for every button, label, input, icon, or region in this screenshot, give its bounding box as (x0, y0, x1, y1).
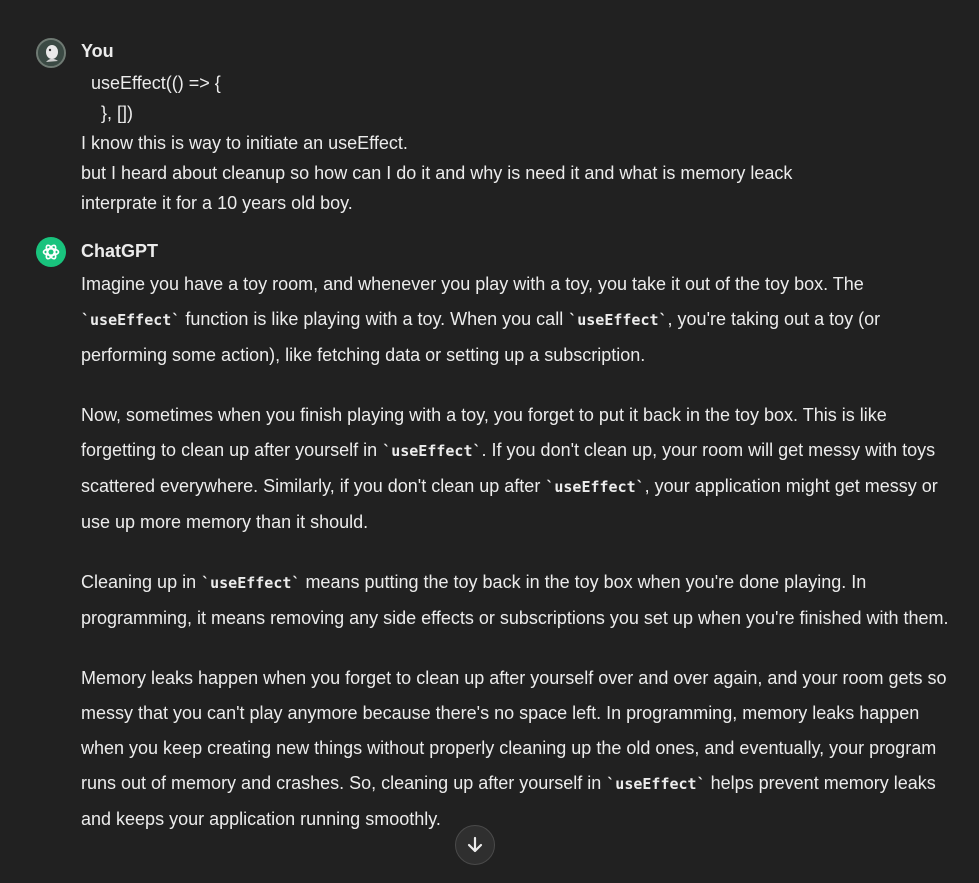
assistant-paragraph: Imagine you have a toy room, and wheneve… (81, 267, 953, 373)
user-message-line: }, []) (81, 103, 134, 123)
user-avatar (36, 38, 66, 68)
assistant-paragraph: Cleaning up in `useEffect` means putting… (81, 565, 953, 636)
inline-code: `useEffect` (606, 775, 706, 793)
inline-code: `useEffect` (545, 478, 645, 496)
user-message-line: but I heard about cleanup so how can I d… (81, 163, 793, 183)
scroll-to-bottom-button[interactable] (455, 825, 495, 865)
assistant-author-name: ChatGPT (81, 241, 159, 261)
user-message-text: useEffect(() => { }, []) I know this is w… (81, 68, 941, 218)
inline-code: `useEffect` (382, 442, 482, 460)
user-author-name: You (81, 41, 114, 61)
inline-code: `useEffect` (81, 311, 181, 329)
assistant-paragraph: Memory leaks happen when you forget to c… (81, 661, 953, 837)
text-segment: Cleaning up in (81, 572, 202, 592)
text-segment: Imagine you have a toy room, and wheneve… (81, 274, 864, 294)
text-segment: function is like playing with a toy. Whe… (180, 309, 569, 329)
inline-code: `useEffect` (568, 311, 668, 329)
user-message-line: I know this is way to initiate an useEff… (81, 133, 408, 153)
user-avatar-image-icon (38, 40, 64, 66)
inline-code: `useEffect` (201, 574, 301, 592)
chat-thread: You useEffect(() => { }, []) I know this … (0, 0, 979, 883)
user-message-line: interprate it for a 10 years old boy. (81, 193, 353, 213)
assistant-avatar (36, 237, 66, 267)
openai-logo-icon (42, 244, 60, 260)
arrow-down-icon (467, 836, 483, 853)
assistant-message-text: Imagine you have a toy room, and wheneve… (81, 267, 953, 837)
user-message-line: useEffect(() => { (81, 73, 221, 93)
assistant-paragraph: Now, sometimes when you finish playing w… (81, 398, 953, 540)
